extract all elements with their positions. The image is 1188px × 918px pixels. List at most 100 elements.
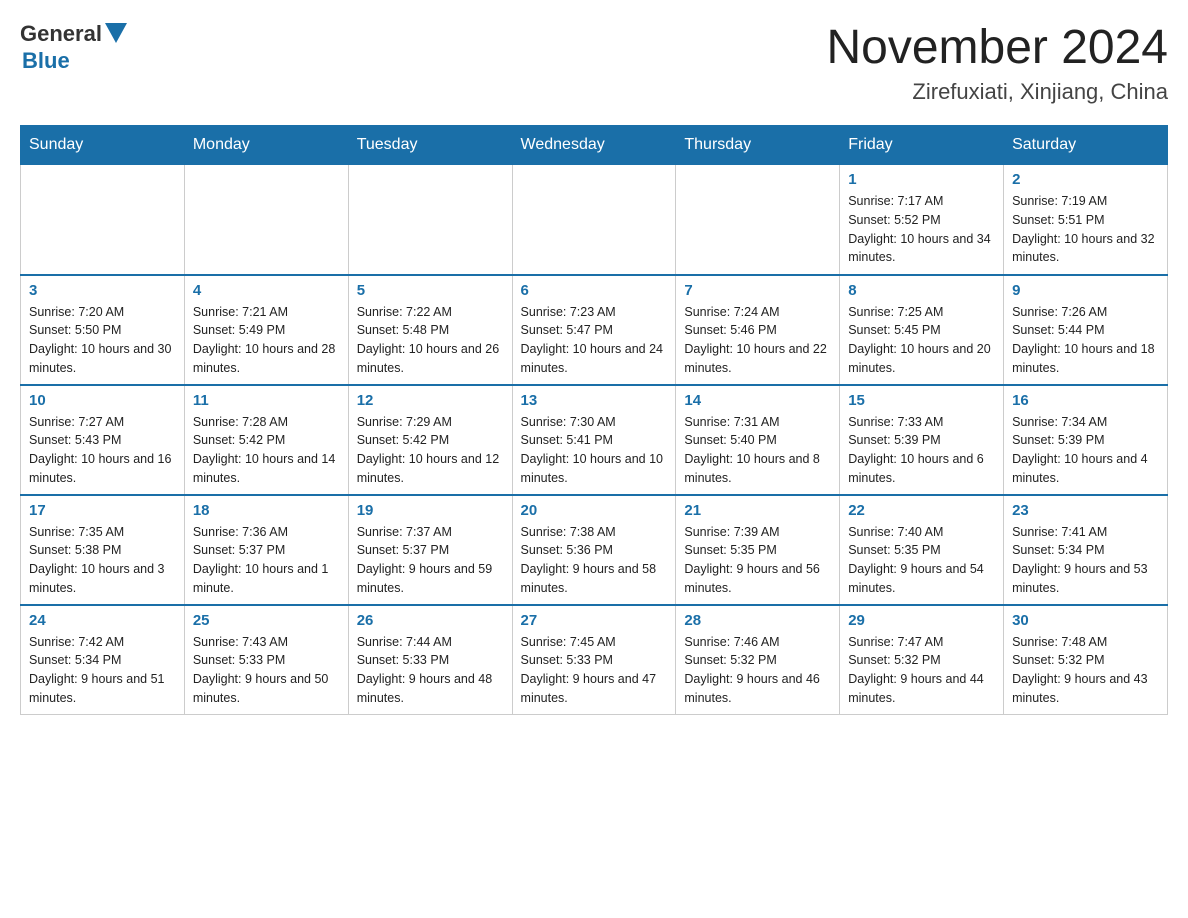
day-number: 2 (1012, 171, 1159, 188)
day-number: 29 (848, 612, 995, 629)
calendar-cell: 13 Sunrise: 7:30 AMSunset: 5:41 PMDayligh… (512, 385, 676, 495)
calendar-cell: 5Sunrise: 7:22 AMSunset: 5:48 PMDaylight… (348, 275, 512, 385)
weekday-header-saturday: Saturday (1004, 126, 1168, 165)
calendar-cell: 16Sunrise: 7:34 AMSunset: 5:39 PMDayligh… (1004, 385, 1168, 495)
calendar-cell (184, 165, 348, 275)
day-info: Sunrise: 7:41 AMSunset: 5:34 PMDaylight:… (1012, 523, 1159, 598)
page-header: General Blue November 2024 Zirefuxiati, … (20, 20, 1168, 105)
day-number: 11 (193, 392, 340, 409)
day-info: Sunrise: 7:24 AMSunset: 5:46 PMDaylight:… (684, 303, 831, 378)
title-block: November 2024 Zirefuxiati, Xinjiang, Chi… (826, 20, 1168, 105)
day-number: 3 (29, 282, 176, 299)
calendar-cell (348, 165, 512, 275)
day-info: Sunrise: 7:39 AMSunset: 5:35 PMDaylight:… (684, 523, 831, 598)
day-number: 1 (848, 171, 995, 188)
calendar-cell: 29 Sunrise: 7:47 AMSunset: 5:32 PMDayligh… (840, 605, 1004, 715)
calendar-table: SundayMondayTuesdayWednesdayThursdayFrid… (20, 125, 1168, 715)
logo: General Blue (20, 20, 127, 74)
calendar-cell: 2 Sunrise: 7:19 AMSunset: 5:51 PMDaylight… (1004, 165, 1168, 275)
day-number: 16 (1012, 392, 1159, 409)
day-info: Sunrise: 7:29 AMSunset: 5:42 PMDaylight:… (357, 413, 504, 488)
day-number: 30 (1012, 612, 1159, 629)
day-number: 25 (193, 612, 340, 629)
calendar-cell (21, 165, 185, 275)
weekday-header-monday: Monday (184, 126, 348, 165)
logo-blue-text: Blue (22, 48, 70, 74)
calendar-cell: 12Sunrise: 7:29 AMSunset: 5:42 PMDayligh… (348, 385, 512, 495)
logo-row1: General (20, 20, 127, 48)
day-info: Sunrise: 7:46 AMSunset: 5:32 PMDaylight:… (684, 633, 831, 708)
calendar-cell: 11 Sunrise: 7:28 AMSunset: 5:42 PMDayligh… (184, 385, 348, 495)
day-number: 20 (521, 502, 668, 519)
day-info: Sunrise: 7:21 AMSunset: 5:49 PMDaylight:… (193, 303, 340, 378)
day-info: Sunrise: 7:38 AMSunset: 5:36 PMDaylight:… (521, 523, 668, 598)
day-info: Sunrise: 7:19 AMSunset: 5:51 PMDaylight:… (1012, 192, 1159, 267)
day-info: Sunrise: 7:44 AMSunset: 5:33 PMDaylight:… (357, 633, 504, 708)
calendar-cell: 18 Sunrise: 7:36 AMSunset: 5:37 PMDayligh… (184, 495, 348, 605)
weekday-header-sunday: Sunday (21, 126, 185, 165)
day-info: Sunrise: 7:23 AMSunset: 5:47 PMDaylight:… (521, 303, 668, 378)
logo-combined: General Blue (20, 20, 127, 74)
calendar-cell: 25 Sunrise: 7:43 AMSunset: 5:33 PMDayligh… (184, 605, 348, 715)
calendar-cell: 1Sunrise: 7:17 AMSunset: 5:52 PMDaylight… (840, 165, 1004, 275)
day-info: Sunrise: 7:36 AMSunset: 5:37 PMDaylight:… (193, 523, 340, 598)
day-info: Sunrise: 7:42 AMSunset: 5:34 PMDaylight:… (29, 633, 176, 708)
calendar-cell: 19Sunrise: 7:37 AMSunset: 5:37 PMDayligh… (348, 495, 512, 605)
day-number: 7 (684, 282, 831, 299)
day-number: 17 (29, 502, 176, 519)
calendar-cell: 30Sunrise: 7:48 AMSunset: 5:32 PMDayligh… (1004, 605, 1168, 715)
weekday-header-tuesday: Tuesday (348, 126, 512, 165)
day-number: 27 (521, 612, 668, 629)
calendar-week-1: 1Sunrise: 7:17 AMSunset: 5:52 PMDaylight… (21, 165, 1168, 275)
calendar-cell: 6 Sunrise: 7:23 AMSunset: 5:47 PMDaylight… (512, 275, 676, 385)
day-info: Sunrise: 7:33 AMSunset: 5:39 PMDaylight:… (848, 413, 995, 488)
month-title: November 2024 (826, 20, 1168, 75)
day-info: Sunrise: 7:26 AMSunset: 5:44 PMDaylight:… (1012, 303, 1159, 378)
day-info: Sunrise: 7:27 AMSunset: 5:43 PMDaylight:… (29, 413, 176, 488)
calendar-cell: 28 Sunrise: 7:46 AMSunset: 5:32 PMDayligh… (676, 605, 840, 715)
calendar-week-2: 3Sunrise: 7:20 AMSunset: 5:50 PMDaylight… (21, 275, 1168, 385)
calendar-cell: 23Sunrise: 7:41 AMSunset: 5:34 PMDayligh… (1004, 495, 1168, 605)
calendar-cell: 26Sunrise: 7:44 AMSunset: 5:33 PMDayligh… (348, 605, 512, 715)
day-info: Sunrise: 7:30 AMSunset: 5:41 PMDaylight:… (521, 413, 668, 488)
calendar-cell: 27 Sunrise: 7:45 AMSunset: 5:33 PMDayligh… (512, 605, 676, 715)
calendar-cell: 14 Sunrise: 7:31 AMSunset: 5:40 PMDayligh… (676, 385, 840, 495)
day-number: 14 (684, 392, 831, 409)
day-info: Sunrise: 7:31 AMSunset: 5:40 PMDaylight:… (684, 413, 831, 488)
calendar-cell: 9Sunrise: 7:26 AMSunset: 5:44 PMDaylight… (1004, 275, 1168, 385)
calendar-cell: 7 Sunrise: 7:24 AMSunset: 5:46 PMDaylight… (676, 275, 840, 385)
calendar-week-3: 10 Sunrise: 7:27 AMSunset: 5:43 PMDayligh… (21, 385, 1168, 495)
calendar-cell: 15Sunrise: 7:33 AMSunset: 5:39 PMDayligh… (840, 385, 1004, 495)
day-number: 24 (29, 612, 176, 629)
day-info: Sunrise: 7:40 AMSunset: 5:35 PMDaylight:… (848, 523, 995, 598)
day-number: 21 (684, 502, 831, 519)
day-info: Sunrise: 7:43 AMSunset: 5:33 PMDaylight:… (193, 633, 340, 708)
day-number: 8 (848, 282, 995, 299)
weekday-header-friday: Friday (840, 126, 1004, 165)
logo-general-text: General (20, 21, 102, 47)
day-number: 4 (193, 282, 340, 299)
day-number: 19 (357, 502, 504, 519)
day-info: Sunrise: 7:47 AMSunset: 5:32 PMDaylight:… (848, 633, 995, 708)
calendar-cell: 10 Sunrise: 7:27 AMSunset: 5:43 PMDayligh… (21, 385, 185, 495)
logo-arrow-icon (105, 23, 127, 43)
calendar-cell (676, 165, 840, 275)
day-number: 13 (521, 392, 668, 409)
calendar-cell: 3Sunrise: 7:20 AMSunset: 5:50 PMDaylight… (21, 275, 185, 385)
calendar-header-row: SundayMondayTuesdayWednesdayThursdayFrid… (21, 126, 1168, 165)
calendar-cell: 17 Sunrise: 7:35 AMSunset: 5:38 PMDayligh… (21, 495, 185, 605)
calendar-cell (512, 165, 676, 275)
day-info: Sunrise: 7:35 AMSunset: 5:38 PMDaylight:… (29, 523, 176, 598)
day-info: Sunrise: 7:45 AMSunset: 5:33 PMDaylight:… (521, 633, 668, 708)
day-number: 6 (521, 282, 668, 299)
calendar-week-5: 24 Sunrise: 7:42 AMSunset: 5:34 PMDayligh… (21, 605, 1168, 715)
day-info: Sunrise: 7:25 AMSunset: 5:45 PMDaylight:… (848, 303, 995, 378)
calendar-cell: 4 Sunrise: 7:21 AMSunset: 5:49 PMDaylight… (184, 275, 348, 385)
day-number: 10 (29, 392, 176, 409)
calendar-cell: 22Sunrise: 7:40 AMSunset: 5:35 PMDayligh… (840, 495, 1004, 605)
day-info: Sunrise: 7:28 AMSunset: 5:42 PMDaylight:… (193, 413, 340, 488)
calendar-cell: 8 Sunrise: 7:25 AMSunset: 5:45 PMDaylight… (840, 275, 1004, 385)
day-number: 28 (684, 612, 831, 629)
calendar-cell: 20 Sunrise: 7:38 AMSunset: 5:36 PMDayligh… (512, 495, 676, 605)
day-number: 18 (193, 502, 340, 519)
